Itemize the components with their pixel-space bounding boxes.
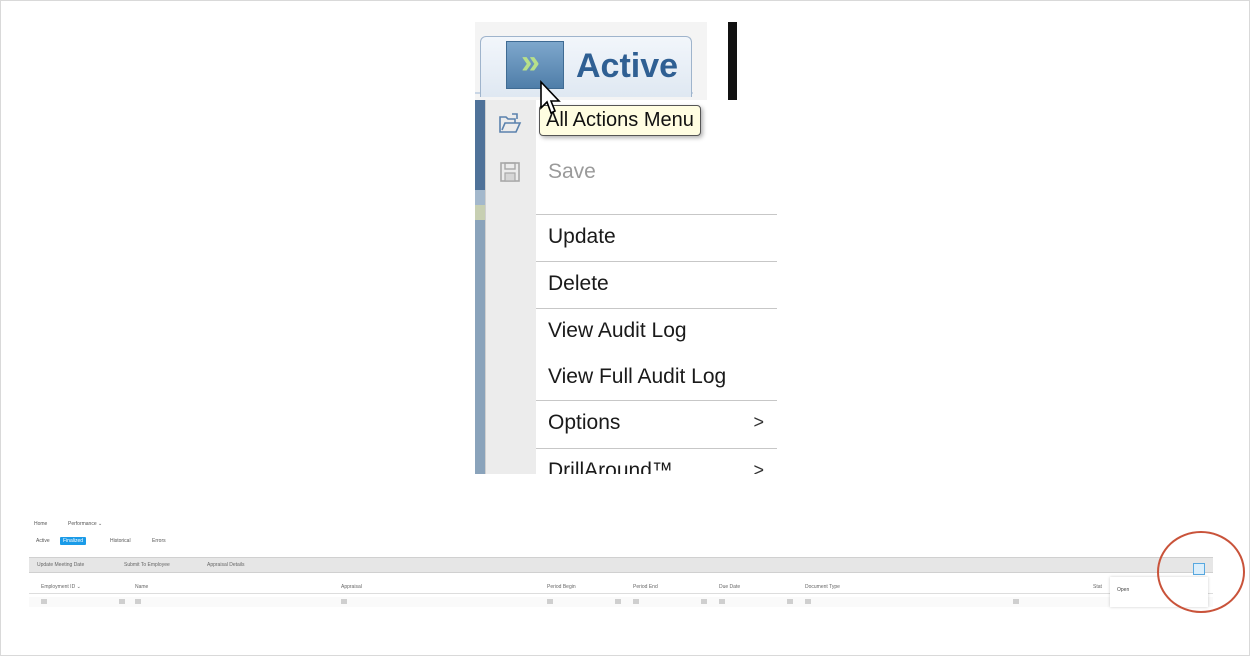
column-header[interactable]: Name [135, 584, 148, 590]
application-screenshot: Home Performance ⌄ Active Finalized Hist… [1, 509, 1250, 657]
filter-input[interactable] [119, 599, 125, 604]
column-header[interactable]: Appraisal [341, 584, 362, 590]
filter-input[interactable] [41, 599, 47, 604]
column-header[interactable]: Due Date [719, 584, 740, 590]
menu-item-label: View Full Audit Log [548, 365, 727, 388]
all-actions-menu: Save Update Delete View Audit Log View F… [485, 100, 777, 474]
column-header[interactable]: Period End [633, 584, 658, 590]
update-meeting-date-button[interactable]: Update Meeting Date [37, 562, 84, 568]
highlight-circle [1157, 531, 1245, 613]
mouse-pointer-icon [540, 80, 561, 115]
menu-item-update[interactable]: Update [486, 215, 777, 261]
menu-item-label: Delete [548, 272, 609, 295]
save-icon [500, 162, 520, 182]
tab-errors[interactable]: Errors [149, 537, 169, 545]
double-chevron-down-icon: » [521, 43, 540, 81]
menu-item-label: View Audit Log [548, 319, 687, 342]
filter-input[interactable] [787, 599, 793, 604]
filter-input[interactable] [341, 599, 347, 604]
tab-active[interactable]: » Active [480, 36, 692, 97]
tab-label: Active [576, 47, 679, 85]
zoomed-view: » Active Save Update Delete View Audit L… [475, 22, 777, 474]
menu-item-delete[interactable]: Delete [486, 262, 777, 308]
grid-toolbar: Update Meeting Date Submit To Employee A… [29, 557, 1213, 573]
menu-item-view-full-audit-log[interactable]: View Full Audit Log [486, 355, 777, 401]
menu-item-label: Save [548, 160, 596, 183]
tab-active[interactable]: Active [33, 537, 53, 545]
column-header[interactable]: Document Type [805, 584, 840, 590]
dropdown-option-open[interactable]: Open [1117, 587, 1129, 593]
filter-input[interactable] [615, 599, 621, 604]
menu-item-label: DrillAround™ [548, 459, 673, 474]
filter-input[interactable] [135, 599, 141, 604]
menu-item-options[interactable]: Options > [486, 401, 777, 447]
grid-header: Employment ID ⌄ Name Appraisal Period Be… [29, 581, 1213, 594]
menu-item-label: Options [548, 411, 621, 434]
breadcrumb-home[interactable]: Home [34, 521, 47, 527]
chevron-right-icon: > [753, 460, 764, 474]
tab-historical[interactable]: Historical [107, 537, 134, 545]
menu-item-view-audit-log[interactable]: View Audit Log [486, 309, 777, 355]
menu-item-drillaround[interactable]: DrillAround™ > [486, 449, 777, 474]
submit-to-employee-button[interactable]: Submit To Employee [124, 562, 170, 568]
appraisal-details-button[interactable]: Appraisal Details [207, 562, 245, 568]
window-divider [728, 22, 737, 100]
background-sidebar [475, 100, 485, 474]
column-header[interactable]: Employment ID ⌄ [41, 584, 81, 590]
filter-input[interactable] [805, 599, 811, 604]
filter-input[interactable] [547, 599, 553, 604]
menu-item-label: Update [548, 225, 616, 248]
filter-input[interactable] [701, 599, 707, 604]
chevron-right-icon: > [753, 412, 764, 432]
filter-input[interactable] [1013, 599, 1019, 604]
filter-input[interactable] [633, 599, 639, 604]
screenshot-frame: » Active Save Update Delete View Audit L… [0, 0, 1250, 656]
filter-row [29, 597, 1213, 607]
open-folder-icon [499, 113, 522, 133]
tooltip: All Actions Menu [539, 105, 701, 136]
filter-input[interactable] [719, 599, 725, 604]
tab-finalized[interactable]: Finalized [60, 537, 87, 545]
breadcrumb-performance[interactable]: Performance ⌄ [68, 521, 102, 527]
column-header[interactable]: Period Begin [547, 584, 576, 590]
menu-item-save[interactable]: Save [486, 150, 777, 196]
column-header[interactable]: Stat [1093, 584, 1102, 590]
